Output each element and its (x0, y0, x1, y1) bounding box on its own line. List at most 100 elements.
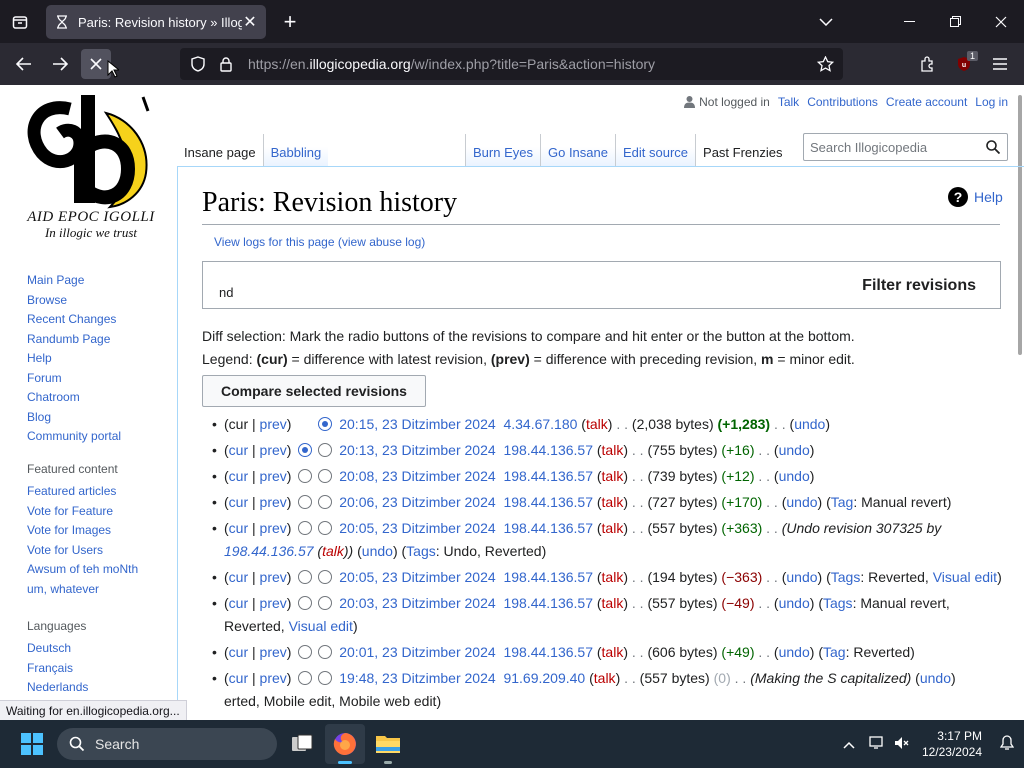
radio-new[interactable] (318, 671, 333, 685)
volume-muted-icon[interactable] (890, 736, 914, 753)
sidebar-item-browse[interactable]: Browse (27, 291, 172, 311)
cur-link[interactable]: cur (229, 494, 248, 510)
prev-link[interactable]: prev (260, 595, 287, 611)
revision-date-link[interactable]: 20:13, 23 Ditzimber 2024 (339, 442, 495, 458)
forward-button[interactable] (45, 49, 75, 79)
help-link[interactable]: ? Help (948, 187, 1003, 207)
filter-revisions-label[interactable]: Filter revisions (862, 277, 976, 295)
revision-date-link[interactable]: 20:05, 23 Ditzimber 2024 (339, 569, 495, 585)
revision-user-link[interactable]: 198.44.136.57 (503, 494, 593, 510)
radio-new[interactable] (318, 570, 333, 584)
revision-user-link[interactable]: 91.69.209.40 (503, 670, 585, 686)
radio-old[interactable] (298, 469, 313, 483)
talk-link[interactable]: talk (602, 595, 624, 611)
radio-new[interactable] (318, 417, 333, 431)
revision-date-link[interactable]: 20:06, 23 Ditzimber 2024 (339, 494, 495, 510)
tab-edit-source[interactable]: Edit source (614, 134, 696, 166)
prev-link[interactable]: prev (260, 569, 287, 585)
prev-link[interactable]: prev (260, 520, 287, 536)
search-input[interactable]: Search Illogicopedia (803, 133, 1008, 161)
contributions-link[interactable]: Contributions (807, 95, 878, 109)
search-icon[interactable] (979, 134, 1007, 160)
tab-go-insane[interactable]: Go Insane (539, 134, 615, 166)
radio-old[interactable] (298, 671, 313, 685)
cur-link[interactable]: cur (229, 468, 248, 484)
cur-link[interactable]: cur (229, 520, 248, 536)
language-deutsch[interactable]: Deutsch (27, 639, 172, 659)
prev-link[interactable]: prev (260, 442, 287, 458)
revision-user-link[interactable]: 198.44.136.57 (503, 569, 593, 585)
minimize-window-button[interactable] (886, 0, 932, 43)
notification-bell-icon[interactable] (990, 734, 1024, 754)
radio-old[interactable] (298, 443, 313, 457)
tab-past-frenzies[interactable]: Past Frenzies (695, 134, 790, 166)
tab-burn-eyes[interactable]: Burn Eyes (465, 134, 540, 166)
compare-revisions-button[interactable]: Compare selected revisions (202, 375, 426, 407)
address-bar[interactable]: https://en.illogicopedia.org/w/index.php… (180, 48, 843, 80)
sidebar-item-vote-feature[interactable]: Vote for Feature (27, 502, 172, 522)
tracking-protection-shield-icon[interactable] (184, 48, 212, 80)
sidebar-item-um-whatever[interactable]: um, whatever (27, 580, 172, 600)
radio-new[interactable] (318, 495, 333, 509)
file-explorer-icon[interactable] (368, 724, 408, 764)
network-icon[interactable] (864, 735, 890, 753)
sidebar-item-chatroom[interactable]: Chatroom (27, 388, 172, 408)
revision-date-link[interactable]: 20:01, 23 Ditzimber 2024 (339, 644, 495, 660)
back-button[interactable] (9, 49, 39, 79)
tab-list-chevron-icon[interactable] (815, 11, 837, 33)
talk-link[interactable]: talk (594, 670, 616, 686)
create-account-link[interactable]: Create account (886, 95, 967, 109)
talk-link[interactable]: talk (602, 494, 624, 510)
revision-user-link[interactable]: 198.44.136.57 (503, 468, 593, 484)
url-text[interactable]: https://en.illogicopedia.org/w/index.php… (240, 56, 811, 72)
cur-link[interactable]: cur (229, 442, 248, 458)
revision-user-link[interactable]: 4.34.67.180 (503, 416, 577, 432)
sidebar-item-help[interactable]: Help (27, 349, 172, 369)
start-windows-icon[interactable] (12, 724, 52, 764)
ublock-extension-icon[interactable]: u 1 (949, 49, 979, 79)
filter-revisions-box[interactable]: nd Filter revisions (202, 261, 1001, 309)
prev-link[interactable]: prev (260, 494, 287, 510)
bookmark-star-icon[interactable] (811, 48, 839, 80)
revision-date-link[interactable]: 20:15, 23 Ditzimber 2024 (339, 416, 495, 432)
revision-date-link[interactable]: 20:08, 23 Ditzimber 2024 (339, 468, 495, 484)
radio-new[interactable] (318, 443, 333, 457)
sidebar-item-awsum-month[interactable]: Awsum of teh moNth (27, 560, 172, 580)
talk-link[interactable]: Talk (778, 95, 799, 109)
undo-link[interactable]: undo (786, 494, 817, 510)
tab-insane-page[interactable]: Insane page (177, 134, 263, 166)
undo-link[interactable]: undo (779, 644, 810, 660)
sidebar-item-community-portal[interactable]: Community portal (27, 427, 172, 447)
close-tab-icon[interactable]: ✕ (242, 12, 258, 32)
padlock-icon[interactable] (212, 48, 240, 80)
radio-new[interactable] (318, 596, 333, 610)
sidebar-item-featured-articles[interactable]: Featured articles (27, 482, 172, 502)
list-all-tabs-icon[interactable] (8, 11, 32, 33)
radio-new[interactable] (318, 469, 333, 483)
view-abuse-log-link[interactable]: (view abuse log) (338, 235, 425, 249)
language-nederlands[interactable]: Nederlands (27, 678, 172, 698)
show-hidden-icons-chevron[interactable] (834, 737, 864, 752)
radio-new[interactable] (318, 521, 333, 535)
clock[interactable]: 3:17 PM 12/23/2024 (914, 728, 990, 760)
undo-link[interactable]: undo (779, 442, 810, 458)
talk-link[interactable]: talk (602, 468, 624, 484)
revision-user-link[interactable]: 198.44.136.57 (503, 442, 593, 458)
talk-link[interactable]: talk (602, 644, 624, 660)
revision-user-link[interactable]: 198.44.136.57 (503, 520, 593, 536)
taskbar-search[interactable]: Search (57, 728, 277, 760)
talk-link[interactable]: talk (586, 416, 608, 432)
close-window-button[interactable] (978, 0, 1024, 43)
prev-link[interactable]: prev (260, 416, 287, 432)
talk-link[interactable]: talk (602, 520, 624, 536)
log-in-link[interactable]: Log in (975, 95, 1008, 109)
tab-babbling[interactable]: Babbling (262, 134, 329, 166)
talk-link[interactable]: talk (602, 569, 624, 585)
radio-old[interactable] (298, 596, 313, 610)
sidebar-item-main-page[interactable]: Main Page (27, 271, 172, 291)
restore-window-button[interactable] (932, 0, 978, 43)
cur-link[interactable]: cur (229, 644, 248, 660)
undo-link[interactable]: undo (794, 416, 825, 432)
language-francais[interactable]: Français (27, 659, 172, 679)
cur-link[interactable]: cur (229, 670, 248, 686)
